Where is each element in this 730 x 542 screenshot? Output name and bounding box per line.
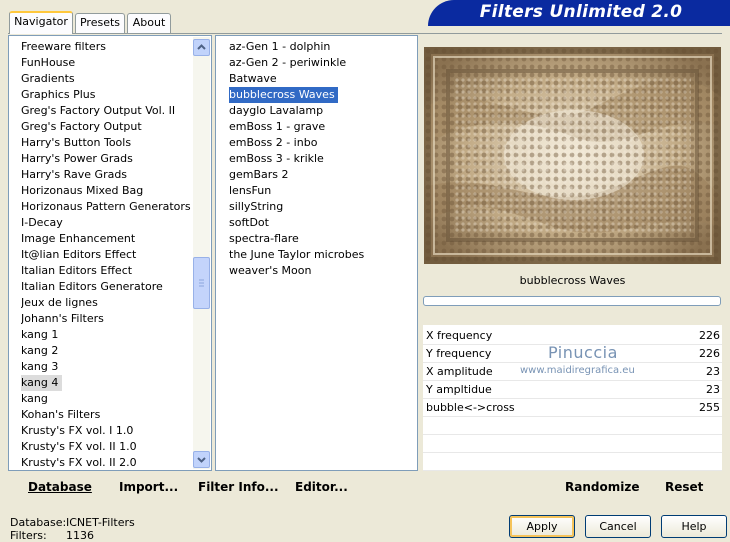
filter-item[interactable]: softDot [229,215,269,231]
category-item[interactable]: I-Decay [21,215,63,231]
category-item[interactable]: Harry's Power Grads [21,151,133,167]
param-value: 23 [706,383,720,396]
import-button[interactable]: Import... [119,480,178,494]
filter-item[interactable]: az-Gen 1 - dolphin [229,39,330,55]
randomize-button[interactable]: Randomize [565,480,639,494]
filters-count: 1136 [66,529,94,542]
category-item[interactable]: Greg's Factory Output Vol. II [21,103,175,119]
category-item[interactable]: Krusty's FX vol. I 1.0 [21,423,133,439]
category-item[interactable]: kang 4 [21,375,63,391]
param-label: Y frequency [426,347,492,360]
filter-item[interactable]: the June Taylor microbes [229,247,364,263]
preview-image [424,47,721,264]
apply-button[interactable]: Apply [509,515,575,538]
tab-divider [8,33,722,34]
category-item[interactable]: Johann's Filters [21,311,104,327]
category-item[interactable]: Italian Editors Effect [21,263,132,279]
category-item[interactable]: Italian Editors Generatore [21,279,163,295]
param-label: X amplitude [426,365,493,378]
category-item[interactable]: FunHouse [21,55,75,71]
filter-item[interactable]: Batwave [229,71,277,87]
empty-param-row [423,435,722,453]
scroll-thumb[interactable] [193,257,210,309]
scroll-down-button[interactable] [193,451,210,468]
param-value: 23 [706,365,720,378]
category-item[interactable]: Harry's Rave Grads [21,167,127,183]
category-item[interactable]: kang 2 [21,343,58,359]
category-item[interactable]: kang [21,391,48,407]
category-item[interactable]: Kohan's Filters [21,407,100,423]
category-list[interactable]: Freeware filters FunHouse Gradients Graphic… [8,35,212,471]
watermark-site: www.maidiregrafica.eu [520,365,635,376]
param-value: 226 [699,329,720,342]
chevron-down-icon [197,457,206,463]
empty-param-row [423,417,722,435]
filter-item[interactable]: lensFun [229,183,271,199]
category-scrollbar[interactable] [193,37,210,469]
filter-item[interactable]: spectra-flare [229,231,299,247]
app-title: Filters Unlimited 2.0 [479,2,683,22]
category-item[interactable]: Horizonaus Mixed Bag [21,183,143,199]
filter-item[interactable]: emBoss 1 - grave [229,119,325,135]
category-item[interactable]: Krusty's FX vol. II 1.0 [21,439,137,455]
reset-button[interactable]: Reset [665,480,703,494]
category-item[interactable]: Greg's Factory Output [21,119,142,135]
database-button[interactable]: Database [28,480,92,494]
filter-item[interactable]: emBoss 3 - krikle [229,151,324,167]
help-button[interactable]: Help [661,515,727,538]
category-item[interactable]: Jeux de lignes [21,295,98,311]
database-label: Database: [10,516,67,529]
param-value: 226 [699,347,720,360]
scroll-up-button[interactable] [193,39,210,56]
param-label: X frequency [426,329,493,342]
empty-param-row [423,453,722,471]
filter-list[interactable]: az-Gen 1 - dolphin az-Gen 2 - periwinkle B… [215,35,418,471]
chevron-up-icon [197,44,206,50]
filter-item[interactable]: dayglo Lavalamp [229,103,323,119]
filter-info-button[interactable]: Filter Info... [198,480,279,494]
tab-presets[interactable]: Presets [75,13,125,33]
param-label: bubble<->cross [426,401,515,414]
watermark-name: Pinuccia [548,343,618,362]
filter-name-label: bubblecross Waves [519,274,626,287]
category-item[interactable]: kang 1 [21,327,58,343]
category-item[interactable]: It@lian Editors Effect [21,247,136,263]
filter-item[interactable]: emBoss 2 - inbo [229,135,317,151]
filter-item[interactable]: az-Gen 2 - periwinkle [229,55,346,71]
category-item[interactable]: Image Enhancement [21,231,135,247]
filter-item[interactable]: gemBars 2 [229,167,289,183]
category-item[interactable]: Horizonaus Pattern Generators [21,199,191,215]
category-item[interactable]: Krusty's FX vol. II 2.0 [21,455,137,467]
filters-label: Filters: [10,529,47,542]
progress-bar [423,296,721,306]
param-label: Y ampltidue [426,383,492,396]
filter-item[interactable]: sillyString [229,199,283,215]
category-item[interactable]: Harry's Button Tools [21,135,131,151]
category-item[interactable]: Graphics Plus [21,87,95,103]
param-value: 255 [699,401,720,414]
param-row[interactable]: Y ampltidue 23 [423,381,722,399]
filter-item[interactable]: bubblecross Waves [229,87,338,103]
category-item[interactable]: Gradients [21,71,75,87]
tab-about[interactable]: About [127,13,171,33]
editor-button[interactable]: Editor... [295,480,348,494]
category-item[interactable]: kang 3 [21,359,58,375]
filter-item[interactable]: weaver's Moon [229,263,311,279]
param-row[interactable]: bubble<->cross 255 [423,399,722,417]
tab-navigator[interactable]: Navigator [9,11,73,34]
cancel-button[interactable]: Cancel [585,515,651,538]
database-value: ICNET-Filters [66,516,135,529]
category-item[interactable]: Freeware filters [21,39,106,55]
